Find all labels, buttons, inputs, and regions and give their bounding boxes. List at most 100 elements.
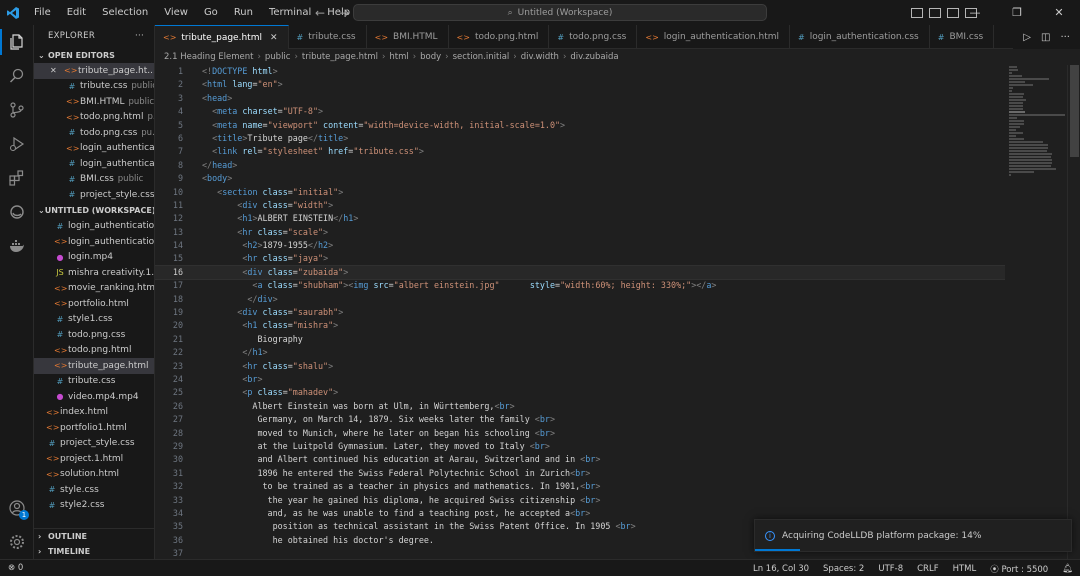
workspace-file-item[interactable]: JS mishra creativity.1.j... [34, 265, 154, 281]
code-line[interactable]: 19 <div class="saurabh"> [155, 306, 1005, 319]
timeline-header[interactable]: › TIMELINE [34, 544, 154, 559]
code-line[interactable]: 32 to be trained as a teacher in physics… [155, 480, 1005, 493]
code-line[interactable]: 29 at the Luitpold Gymnasium. Later, the… [155, 440, 1005, 453]
code-line[interactable]: 1 <!DOCTYPE html> [155, 65, 1005, 78]
editor-scrollbar[interactable] [1067, 65, 1080, 559]
code-line[interactable]: 24 <br> [155, 373, 1005, 386]
breadcrumb-item[interactable]: html [389, 52, 408, 62]
workspace-file-item[interactable]: ● login.mp4 [34, 250, 154, 266]
close-tab-icon[interactable]: ✕ [270, 33, 278, 43]
code-line[interactable]: 27 Germany, on March 14, 1879. Six weeks… [155, 413, 1005, 426]
menu-item-edit[interactable]: Edit [59, 0, 94, 25]
open-editor-item[interactable]: # BMI.css public [34, 172, 154, 188]
settings-gear-icon[interactable] [0, 525, 34, 559]
code-line[interactable]: 4 <meta charset="UTF-8"> [155, 105, 1005, 118]
more-actions-icon[interactable]: ··· [1060, 32, 1070, 43]
editor-tab[interactable]: # BMI.css [930, 25, 995, 49]
back-arrow-icon[interactable]: ← [315, 6, 325, 20]
restore-icon[interactable]: ❐ [996, 0, 1038, 25]
search-icon[interactable] [0, 59, 34, 93]
problems-indicator[interactable]: ⊗ 0 [8, 563, 23, 573]
code-line[interactable]: 6 <title>Tribute page</title> [155, 132, 1005, 145]
indentation[interactable]: Spaces: 2 [816, 564, 871, 574]
code-line[interactable]: 22 </h1> [155, 346, 1005, 359]
workspace-file-item[interactable]: # style.css [34, 482, 154, 498]
workspace-file-item[interactable]: <> portfolio.html [34, 296, 154, 312]
run-debug-icon[interactable] [0, 127, 34, 161]
code-line[interactable]: 16 <div class="zubaida"> [155, 264, 1005, 281]
open-editor-item[interactable]: # todo.png.csspu... [34, 125, 154, 141]
language-mode[interactable]: HTML [946, 564, 984, 574]
open-editor-item[interactable]: <>todo.png.htmlp... [34, 110, 154, 126]
code-line[interactable]: 12 <h1>ALBERT EINSTEIN</h1> [155, 212, 1005, 225]
accounts-icon[interactable]: 1 [0, 491, 34, 525]
breadcrumb-item[interactable]: 2.1 Heading Element [164, 52, 253, 62]
extensions-icon[interactable] [0, 161, 34, 195]
cursor-position[interactable]: Ln 16, Col 30 [746, 564, 816, 574]
workspace-file-item[interactable]: # style2.css [34, 498, 154, 514]
workspace-file-item[interactable]: # tribute.css [34, 374, 154, 390]
scrollbar-thumb[interactable] [1070, 65, 1079, 157]
code-line[interactable]: 31 1896 he entered the Swiss Federal Pol… [155, 467, 1005, 480]
open-editor-item[interactable]: <>login_authentica... [34, 141, 154, 157]
code-line[interactable]: 18 </div> [155, 293, 1005, 306]
breadcrumb-item[interactable]: div.width [521, 52, 559, 62]
workspace-file-item[interactable]: <> todo.png.html [34, 343, 154, 359]
breadcrumb-item[interactable]: public [265, 52, 291, 62]
menu-item-terminal[interactable]: Terminal [261, 0, 319, 25]
workspace-file-item[interactable]: # project_style.css [34, 436, 154, 452]
close-icon[interactable]: ✕ [50, 66, 64, 75]
workspace-file-item[interactable]: <> login_authenticatio... [34, 234, 154, 250]
breadcrumb-item[interactable]: tribute_page.html [302, 52, 378, 62]
close-window-icon[interactable]: ✕ [1038, 0, 1080, 25]
code-line[interactable]: 33 the year he gained his diploma, he ac… [155, 494, 1005, 507]
editor-tab[interactable]: <> tribute_page.html ✕ [155, 25, 289, 49]
code-line[interactable]: 10 <section class="initial"> [155, 186, 1005, 199]
explorer-icon[interactable] [0, 25, 34, 59]
workspace-file-item[interactable]: # style1.css [34, 312, 154, 328]
notifications-bell-icon[interactable]: 🔔︎ [1055, 564, 1080, 574]
code-line[interactable]: 17 <a class="shubham"><img src="albert e… [155, 279, 1005, 292]
breadcrumb-item[interactable]: section.initial [453, 52, 510, 62]
breadcrumb-item[interactable]: div.zubaida [570, 52, 618, 62]
code-line[interactable]: 21 Biography [155, 333, 1005, 346]
code-line[interactable]: 15 <hr class="jaya"> [155, 252, 1005, 265]
source-control-icon[interactable] [0, 93, 34, 127]
menu-item-selection[interactable]: Selection [94, 0, 156, 25]
editor-tab[interactable]: <> BMI.HTML [367, 25, 449, 49]
forward-arrow-icon[interactable]: → [339, 6, 349, 20]
code-editor[interactable]: 1 <!DOCTYPE html> 2 <html lang="en"> 3 <head>… [155, 65, 1005, 559]
menu-item-run[interactable]: Run [226, 0, 261, 25]
workspace-file-item[interactable]: # todo.png.css [34, 327, 154, 343]
code-line[interactable]: 20 <h1 class="mishra"> [155, 319, 1005, 332]
workspace-file-item[interactable]: <> project.1.html [34, 451, 154, 467]
editor-tab[interactable]: <> todo.png.html [449, 25, 550, 49]
open-editors-header[interactable]: ⌄ OPEN EDITORS [34, 47, 154, 63]
workspace-file-item[interactable]: <> solution.html [34, 467, 154, 483]
workspace-file-item[interactable]: # login_authenticatio... [34, 219, 154, 235]
code-line[interactable]: 26 Albert Einstein was born at Ulm, in W… [155, 400, 1005, 413]
code-line[interactable]: 2 <html lang="en"> [155, 78, 1005, 91]
open-editor-item[interactable]: # tribute.csspublic [34, 79, 154, 95]
code-line[interactable]: 5 <meta name="viewport" content="width=d… [155, 119, 1005, 132]
workspace-file-item[interactable]: <> portfolio1.html [34, 420, 154, 436]
code-line[interactable]: 13 <hr class="scale"> [155, 226, 1005, 239]
open-editor-item[interactable]: <> BMI.HTML public [34, 94, 154, 110]
editor-tab[interactable]: # todo.png.css [549, 25, 638, 49]
outline-header[interactable]: › OUTLINE [34, 529, 154, 544]
code-line[interactable]: 23 <hr class="shalu"> [155, 360, 1005, 373]
workspace-file-item[interactable]: ● video.mp4.mp4 [34, 389, 154, 405]
open-editor-item[interactable]: # login_authentica... [34, 156, 154, 172]
explorer-more-icon[interactable]: ··· [135, 31, 144, 41]
menu-item-view[interactable]: View [156, 0, 196, 25]
editor-tab[interactable]: # login_authentication.css [790, 25, 930, 49]
code-line[interactable]: 28 moved to Munich, where he later on be… [155, 427, 1005, 440]
edge-devtools-icon[interactable] [0, 195, 34, 229]
live-server-port[interactable]: ⦿ Port : 5500 [983, 563, 1055, 575]
open-editor-item[interactable]: ✕ <> tribute_page.ht... [34, 63, 154, 79]
workspace-file-item[interactable]: <> movie_ranking.html [34, 281, 154, 297]
minimap[interactable] [1005, 65, 1067, 559]
code-line[interactable]: 3 <head> [155, 92, 1005, 105]
run-icon[interactable]: ▷ [1023, 32, 1031, 43]
workspace-file-item[interactable]: <> tribute_page.html [34, 358, 154, 374]
